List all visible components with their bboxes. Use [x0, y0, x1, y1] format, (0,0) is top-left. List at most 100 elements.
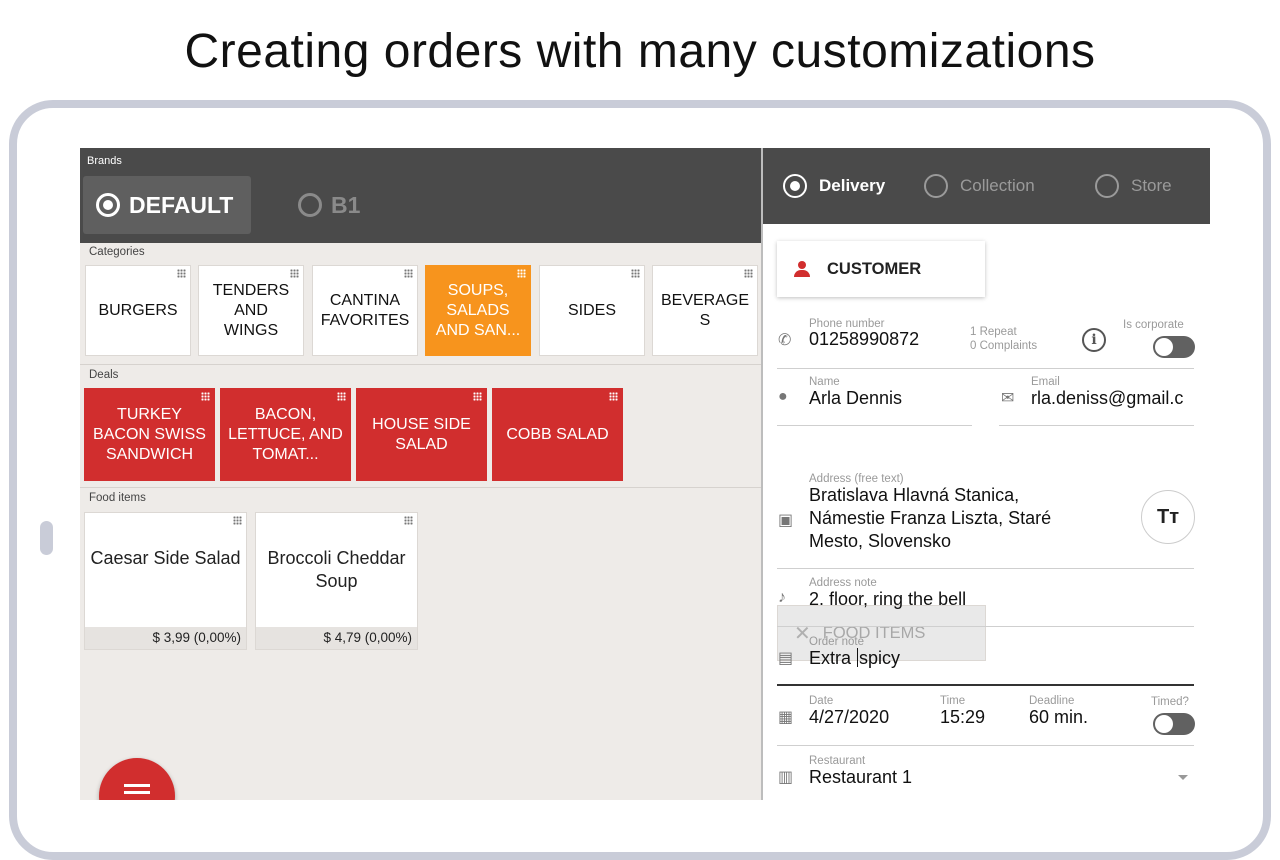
- name-label: Name: [809, 376, 840, 388]
- food-items-label: Food items: [89, 492, 146, 504]
- brand-label: DEFAULT: [129, 191, 234, 218]
- grid-icon: [201, 392, 210, 401]
- timed-toggle[interactable]: [1153, 713, 1195, 735]
- phone-icon: ✆: [778, 332, 792, 349]
- person-icon: [793, 261, 811, 277]
- category-label: SOUPS, SALADS AND SAN...: [435, 281, 521, 339]
- address-label: Address (free text): [809, 473, 904, 485]
- address-note-input[interactable]: 2. floor, ring the bell: [809, 589, 966, 610]
- tab-customer[interactable]: CUSTOMER: [777, 241, 985, 297]
- order-note-input[interactable]: Extra spicy: [809, 648, 900, 669]
- order-list-button[interactable]: [99, 758, 175, 800]
- repeat-count: 1 Repeat: [970, 326, 1017, 338]
- radio-unselected-icon: [924, 174, 948, 198]
- deal-blt[interactable]: BACON, LETTUCE, AND TOMAT...: [220, 388, 351, 481]
- text-cursor: [857, 648, 859, 667]
- field-underline: [777, 568, 1194, 569]
- grid-icon: [290, 269, 299, 278]
- order-panel: Delivery Collection Store CUSTOMER ✕ FOO…: [761, 148, 1210, 800]
- date-label: Date: [809, 695, 834, 707]
- name-input[interactable]: Arla Dennis: [809, 388, 902, 409]
- chevron-down-icon[interactable]: [1178, 775, 1188, 780]
- address-note-label: Address note: [809, 577, 877, 589]
- category-cantina-favorites[interactable]: CANTINA FAVORITES: [312, 265, 418, 356]
- deal-label: COBB SALAD: [506, 425, 609, 443]
- deal-turkey-bacon[interactable]: TURKEY BACON SWISS SANDWICH: [84, 388, 215, 481]
- complaints-count: 0 Complaints: [970, 340, 1038, 352]
- deadline-input[interactable]: 60 min.: [1029, 707, 1088, 728]
- category-label: BURGERS: [98, 301, 178, 319]
- deadline-label: Deadline: [1029, 695, 1075, 707]
- page-headline: Creating orders with many customizations: [184, 25, 1096, 78]
- restaurant-label: Restaurant: [809, 755, 866, 767]
- email-label: Email: [1031, 376, 1060, 388]
- field-underline: [777, 626, 1194, 627]
- order-note-text: spicy: [859, 648, 901, 668]
- category-beverages[interactable]: BEVERAGE S: [652, 265, 758, 356]
- ticket-edge: [763, 218, 1210, 230]
- category-burgers[interactable]: BURGERS: [85, 265, 191, 356]
- grid-icon: [233, 516, 242, 525]
- address-icon: ▣: [778, 512, 794, 529]
- collection-option[interactable]: Collection: [924, 174, 1035, 198]
- app-screen: Brands DEFAULT B1 Categories BURGERS TEN…: [80, 148, 1210, 800]
- delivery-option[interactable]: Delivery: [783, 174, 885, 198]
- food-item-price: $ 4,79 (0,00%): [256, 627, 417, 649]
- address-line-3[interactable]: Mesto, Slovensko: [809, 531, 951, 552]
- deal-label: HOUSE SIDE SALAD: [372, 415, 471, 453]
- corporate-label: Is corporate: [1123, 319, 1184, 331]
- order-note-label: Order note: [809, 636, 864, 648]
- corporate-toggle[interactable]: [1153, 336, 1195, 358]
- store-option[interactable]: Store: [1095, 174, 1172, 198]
- grid-icon: [473, 392, 482, 401]
- brands-bar: Brands DEFAULT B1: [80, 148, 761, 243]
- deal-label: BACON, LETTUCE, AND TOMAT...: [228, 405, 343, 463]
- bell-icon: ♪: [778, 589, 786, 606]
- radio-selected-icon: [96, 193, 120, 217]
- grid-icon: [609, 392, 618, 401]
- store-option-label: Store: [1131, 176, 1172, 195]
- radio-unselected-icon: [298, 193, 322, 217]
- info-icon[interactable]: i: [1082, 328, 1106, 352]
- deal-house-side-salad[interactable]: HOUSE SIDE SALAD: [356, 388, 487, 481]
- deals-label: Deals: [89, 369, 119, 381]
- brand-default[interactable]: DEFAULT: [83, 176, 251, 234]
- brand-b1[interactable]: B1: [298, 176, 360, 234]
- category-label: BEVERAGE S: [660, 291, 750, 329]
- deal-cobb-salad[interactable]: COBB SALAD: [492, 388, 623, 481]
- category-tenders-and-wings[interactable]: TENDERS AND WINGS: [198, 265, 304, 356]
- grid-icon: [404, 269, 413, 278]
- store-icon: ▥: [778, 769, 794, 786]
- category-label: CANTINA FAVORITES: [320, 291, 410, 329]
- section-divider: [80, 487, 761, 488]
- address-line-1[interactable]: Bratislava Hlavná Stanica,: [809, 485, 1019, 506]
- text-format-button[interactable]: Tт: [1141, 490, 1195, 544]
- food-item-name: Broccoli Cheddar Soup: [267, 548, 406, 591]
- delivery-option-label: Delivery: [819, 176, 886, 195]
- phone-input[interactable]: 01258990872: [809, 329, 919, 350]
- category-soups-salads[interactable]: SOUPS, SALADS AND SAN...: [425, 265, 531, 356]
- address-line-2[interactable]: Námestie Franza Liszta, Staré: [809, 508, 1051, 529]
- person-icon: ●: [778, 388, 788, 405]
- email-input[interactable]: rla.deniss@gmail.c: [1031, 388, 1194, 409]
- calendar-icon: ▦: [778, 709, 794, 726]
- date-input[interactable]: 4/27/2020: [809, 707, 889, 728]
- category-sides[interactable]: SIDES: [539, 265, 645, 356]
- category-label: SIDES: [567, 301, 616, 319]
- field-underline: [777, 425, 972, 426]
- restaurant-select[interactable]: Restaurant 1: [809, 767, 912, 788]
- order-note-text: Extra: [809, 648, 857, 668]
- time-input[interactable]: 15:29: [940, 707, 985, 728]
- field-underline: [777, 368, 1194, 369]
- food-item-caesar[interactable]: Caesar Side Salad $ 3,99 (0,00%): [84, 512, 247, 650]
- radio-selected-icon: [783, 174, 807, 198]
- grid-icon: [337, 392, 346, 401]
- grid-icon: [744, 269, 753, 278]
- food-item-broccoli[interactable]: Broccoli Cheddar Soup $ 4,79 (0,00%): [255, 512, 418, 650]
- grid-icon: [631, 269, 640, 278]
- collection-option-label: Collection: [960, 176, 1035, 195]
- tab-label: CUSTOMER: [827, 259, 922, 278]
- brand-label: B1: [331, 191, 361, 218]
- field-underline: [999, 425, 1194, 426]
- delivery-type-bar: Delivery Collection Store: [763, 148, 1210, 224]
